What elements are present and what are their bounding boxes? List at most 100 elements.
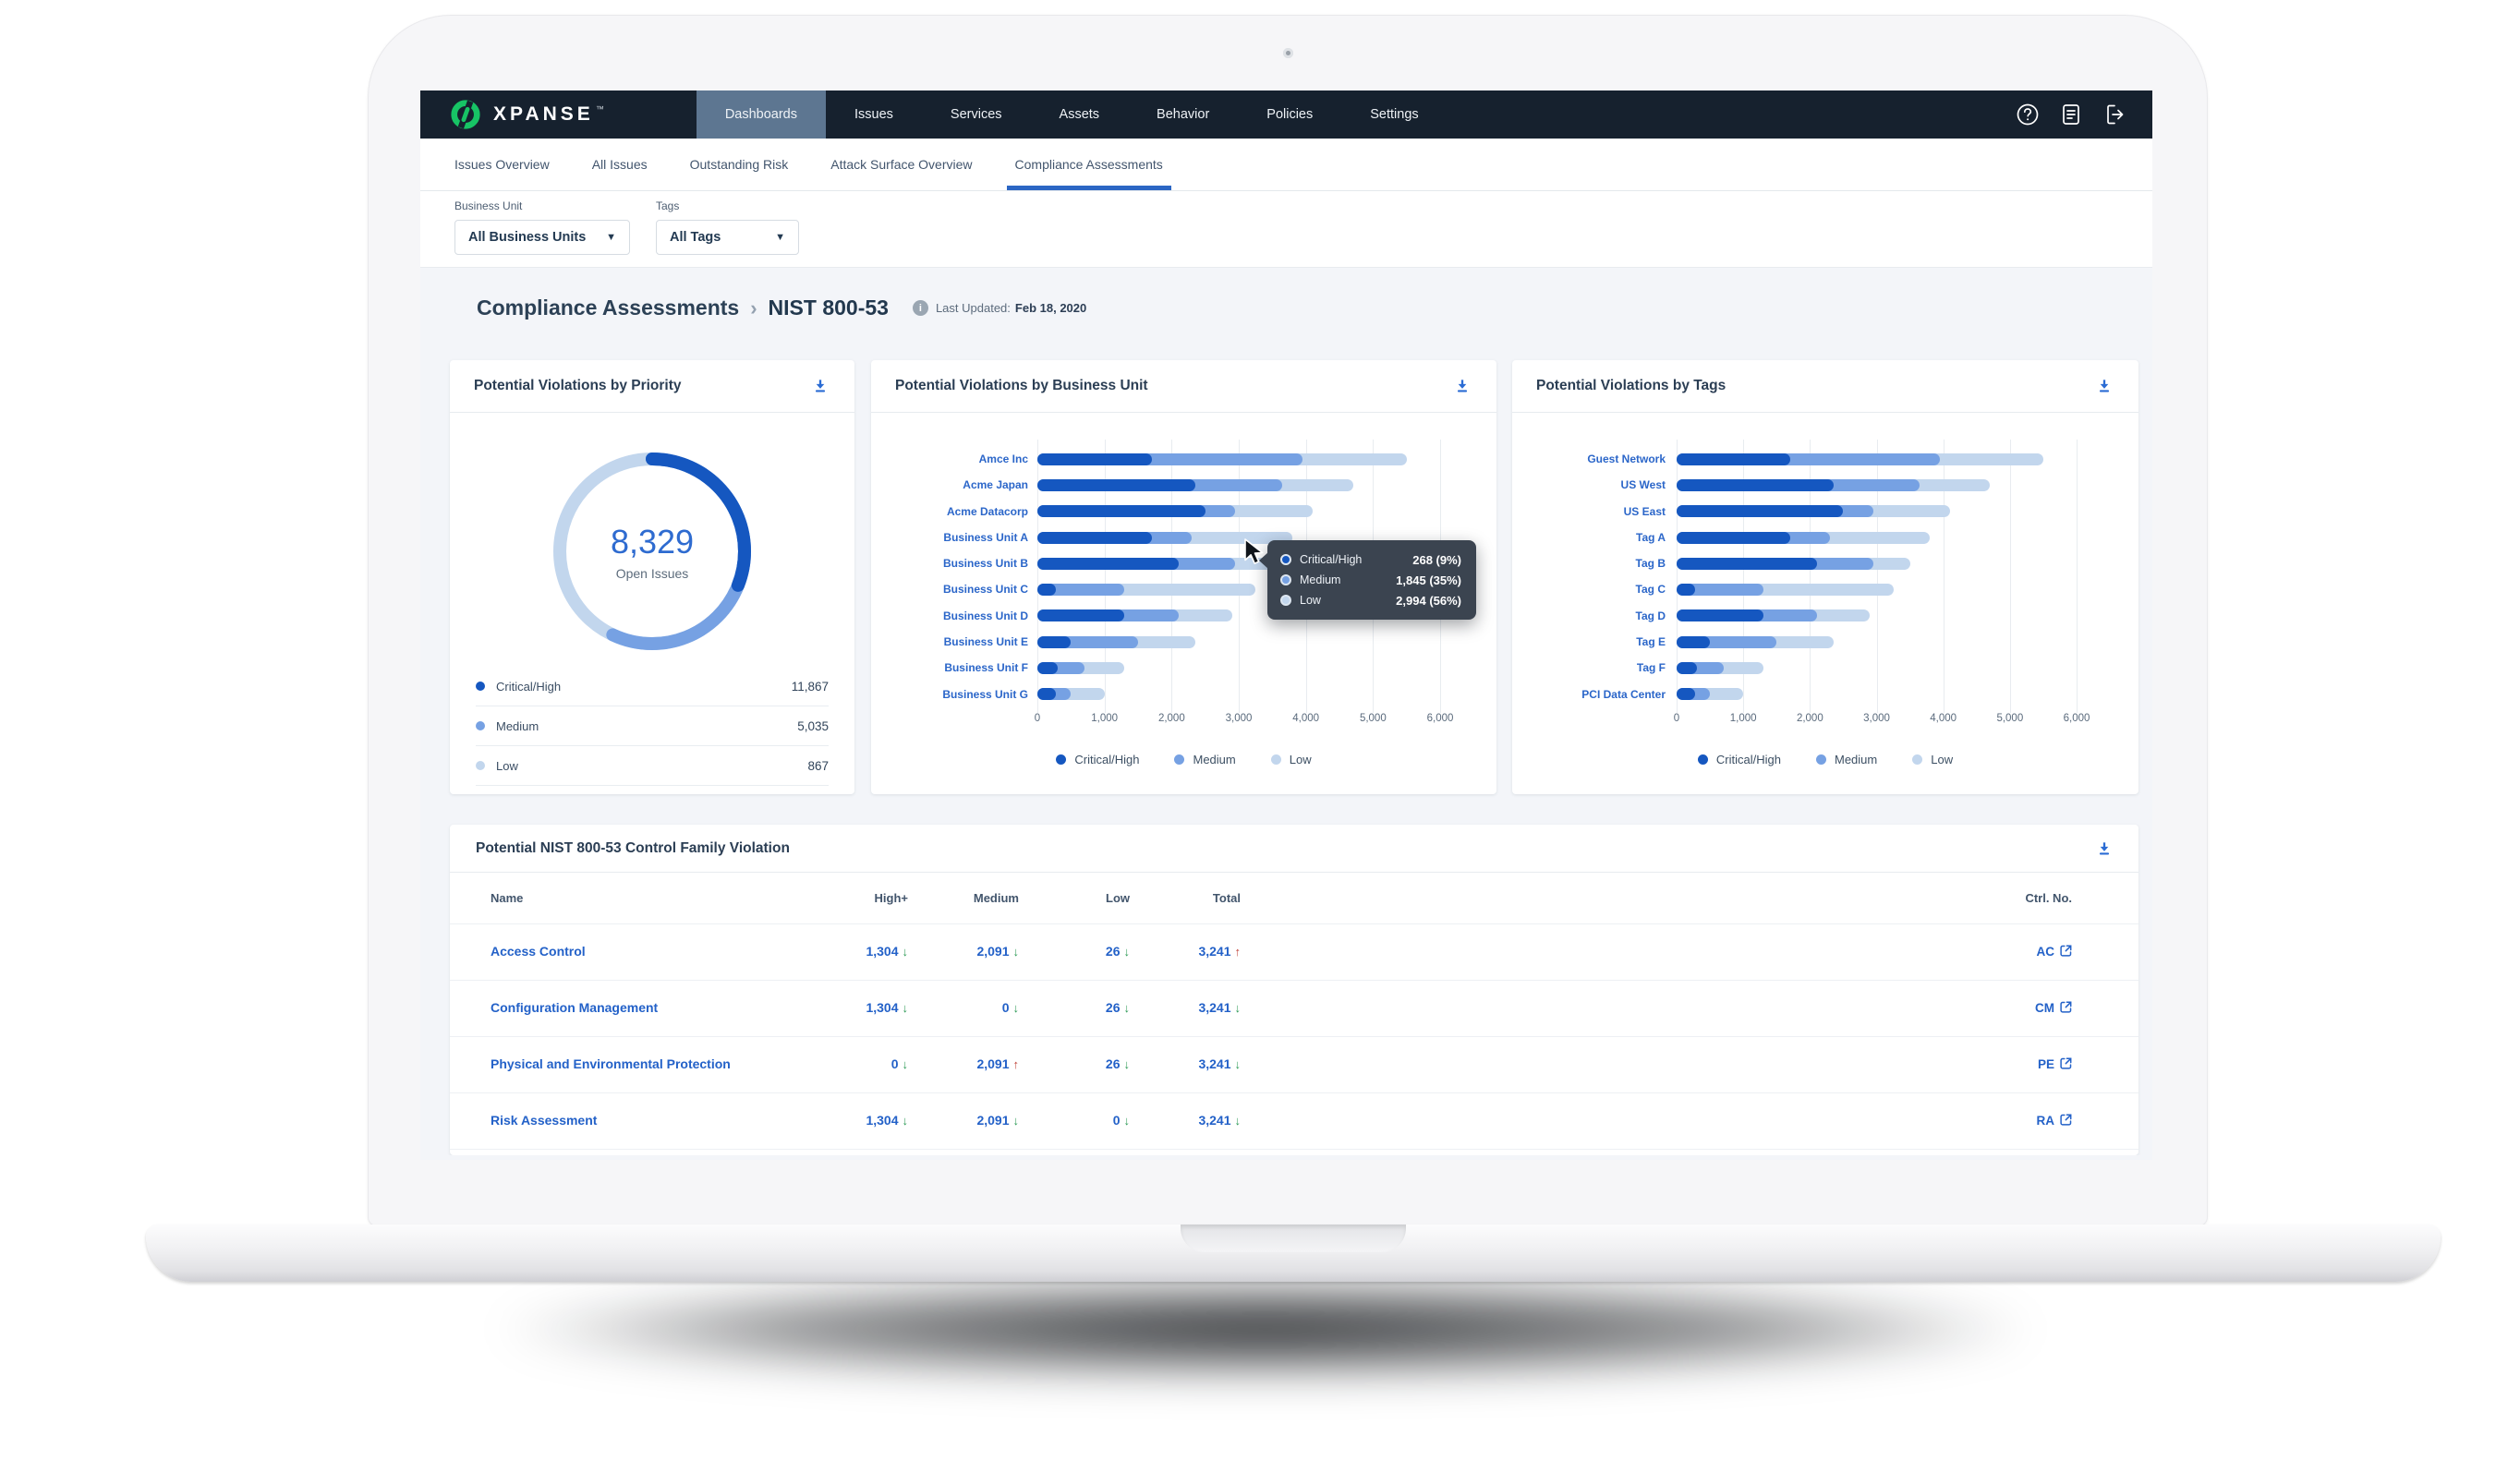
legend-item-medium[interactable]: Medium [1174,753,1235,766]
bar-segment-critical-high[interactable] [1037,584,1056,596]
donut-center: 8,329 Open Issues [547,446,757,657]
tab-outstanding-risk[interactable]: Outstanding Risk [690,139,789,190]
ctrl-no-link[interactable]: CM [2035,1001,2072,1015]
ctrl-no-link[interactable]: AC [2037,945,2073,959]
card-header: Potential Violations by Priority [450,360,854,413]
legend-value: 867 [807,759,829,773]
control-family-link[interactable]: Physical and Environmental Protection [491,1056,731,1071]
legend-dot-critical [1056,754,1066,765]
metric-cell: 0↓ [797,1056,908,1073]
tooltip-value: 268 (9%) [1412,553,1461,567]
tooltip-row: Medium1,845 (35%) [1280,570,1461,590]
nav-item-policies[interactable]: Policies [1238,90,1341,139]
bar-row [1677,525,2077,550]
bar-segment-critical-high[interactable] [1037,558,1179,570]
download-icon[interactable] [1452,376,1472,396]
trend-up-icon: ↑ [1235,945,1242,959]
legend-dot-medium [1174,754,1184,765]
metric-cell: 3,241 ↑ [1130,944,1241,960]
app-screen: XPANSE ™ DashboardsIssuesServicesAssetsB… [420,90,2152,1160]
mouse-cursor [1243,538,1268,572]
bar-row [1677,499,2077,525]
logout-icon[interactable] [2102,103,2126,127]
tab-all-issues[interactable]: All Issues [592,139,648,190]
table-row: Configuration Management1,304↓0↓26↓3,241… [450,981,2138,1037]
bar-segment-critical-high[interactable] [1037,609,1124,621]
bar-segment-critical-high[interactable] [1037,636,1071,648]
nav-item-settings[interactable]: Settings [1341,90,1447,139]
nav-item-services[interactable]: Services [922,90,1031,139]
download-icon[interactable] [2094,839,2114,859]
bar-segment-critical-high[interactable] [1037,453,1152,465]
download-icon[interactable] [2094,376,2114,396]
ctrl-code: AC [2037,945,2055,959]
x-tick-label: 3,000 [1863,713,1890,724]
legend-item-medium[interactable]: Medium [1816,753,1877,766]
bar-segment-critical-high[interactable] [1037,532,1152,544]
bar-segment-critical-high[interactable] [1677,505,1843,517]
bar-segment-critical-high[interactable] [1677,688,1695,700]
bar-segment-critical-high[interactable] [1037,505,1205,517]
metric-value: 1,304 [866,1113,898,1128]
legend-value: 11,867 [792,680,829,694]
bar-row [1037,682,1440,707]
legend-dot-critical [1698,754,1708,765]
bar-segment-critical-high[interactable] [1677,532,1790,544]
bar-row [1677,603,2077,629]
bar-segment-critical-high[interactable] [1037,688,1056,700]
bar-segment-critical-high[interactable] [1677,609,1763,621]
legend-item-critical[interactable]: Critical/High [1698,753,1781,766]
ctrl-no-link[interactable]: RA [2037,1114,2073,1128]
control-family-link[interactable]: Configuration Management [491,1000,658,1015]
category-label: Tag E [1521,629,1666,655]
business-unit-filter: Business Unit All Business Units ▼ [454,199,630,267]
tags-select[interactable]: All Tags ▼ [656,220,799,255]
tooltip-label: Medium [1300,573,1340,586]
bar-segment-critical-high[interactable] [1037,479,1195,491]
bar-segment-critical-high[interactable] [1677,584,1695,596]
legend-item-critical[interactable]: Critical/High [1056,753,1139,766]
tab-issues-overview[interactable]: Issues Overview [454,139,550,190]
tab-attack-surface-overview[interactable]: Attack Surface Overview [830,139,972,190]
table-body: Access Control1,304↓2,091↓26↓3,241↑ACCon… [450,924,2138,1150]
nav-item-assets[interactable]: Assets [1031,90,1129,139]
metric-cell: 3,241↓ [1130,1056,1241,1073]
metric-value: 26 [1106,1000,1121,1015]
bar-row [1037,472,1440,498]
business-unit-select[interactable]: All Business Units ▼ [454,220,630,255]
tab-compliance-assessments[interactable]: Compliance Assessments [1015,139,1163,190]
bar-segment-critical-high[interactable] [1037,662,1058,674]
table-row: Access Control1,304↓2,091↓26↓3,241↑AC [450,924,2138,981]
control-family-link[interactable]: Access Control [491,944,586,959]
breadcrumb-section[interactable]: Compliance Assessments [477,296,739,320]
bar-segment-critical-high[interactable] [1677,636,1710,648]
help-icon[interactable] [2015,103,2040,127]
category-label: US East [1521,499,1666,525]
category-label: Business Unit G [882,682,1028,707]
metric-value: 26 [1106,944,1121,959]
documentation-icon[interactable] [2058,103,2083,127]
nav-item-dashboards[interactable]: Dashboards [697,90,826,139]
page-title: NIST 800-53 [769,296,889,320]
table-title: Potential NIST 800-53 Control Family Vio… [476,840,790,857]
bar-row [1677,655,2077,681]
control-family-link[interactable]: Risk Assessment [491,1113,597,1128]
legend-item-low[interactable]: Low [1271,753,1312,766]
metric-value: 3,241 [1198,944,1230,959]
bar-segment-critical-high[interactable] [1677,479,1834,491]
bar-segment-critical-high[interactable] [1677,662,1697,674]
category-label: Business Unit C [882,576,1028,602]
x-tick-label: 2,000 [1797,713,1823,724]
x-tick-label: 0 [1035,713,1040,724]
tooltip-label: Low [1300,594,1321,607]
nav-item-behavior[interactable]: Behavior [1128,90,1238,139]
legend-label: Critical/High [1074,753,1139,766]
nav-item-issues[interactable]: Issues [826,90,922,139]
legend-item-low[interactable]: Low [1912,753,1953,766]
ctrl-no-link[interactable]: PE [2038,1057,2072,1071]
bar-segment-critical-high[interactable] [1677,453,1790,465]
download-icon[interactable] [810,376,830,396]
bar-segment-critical-high[interactable] [1677,558,1817,570]
chart-legend: Critical/High Medium Low [871,753,1496,766]
x-tick-label: 6,000 [1427,713,1454,724]
